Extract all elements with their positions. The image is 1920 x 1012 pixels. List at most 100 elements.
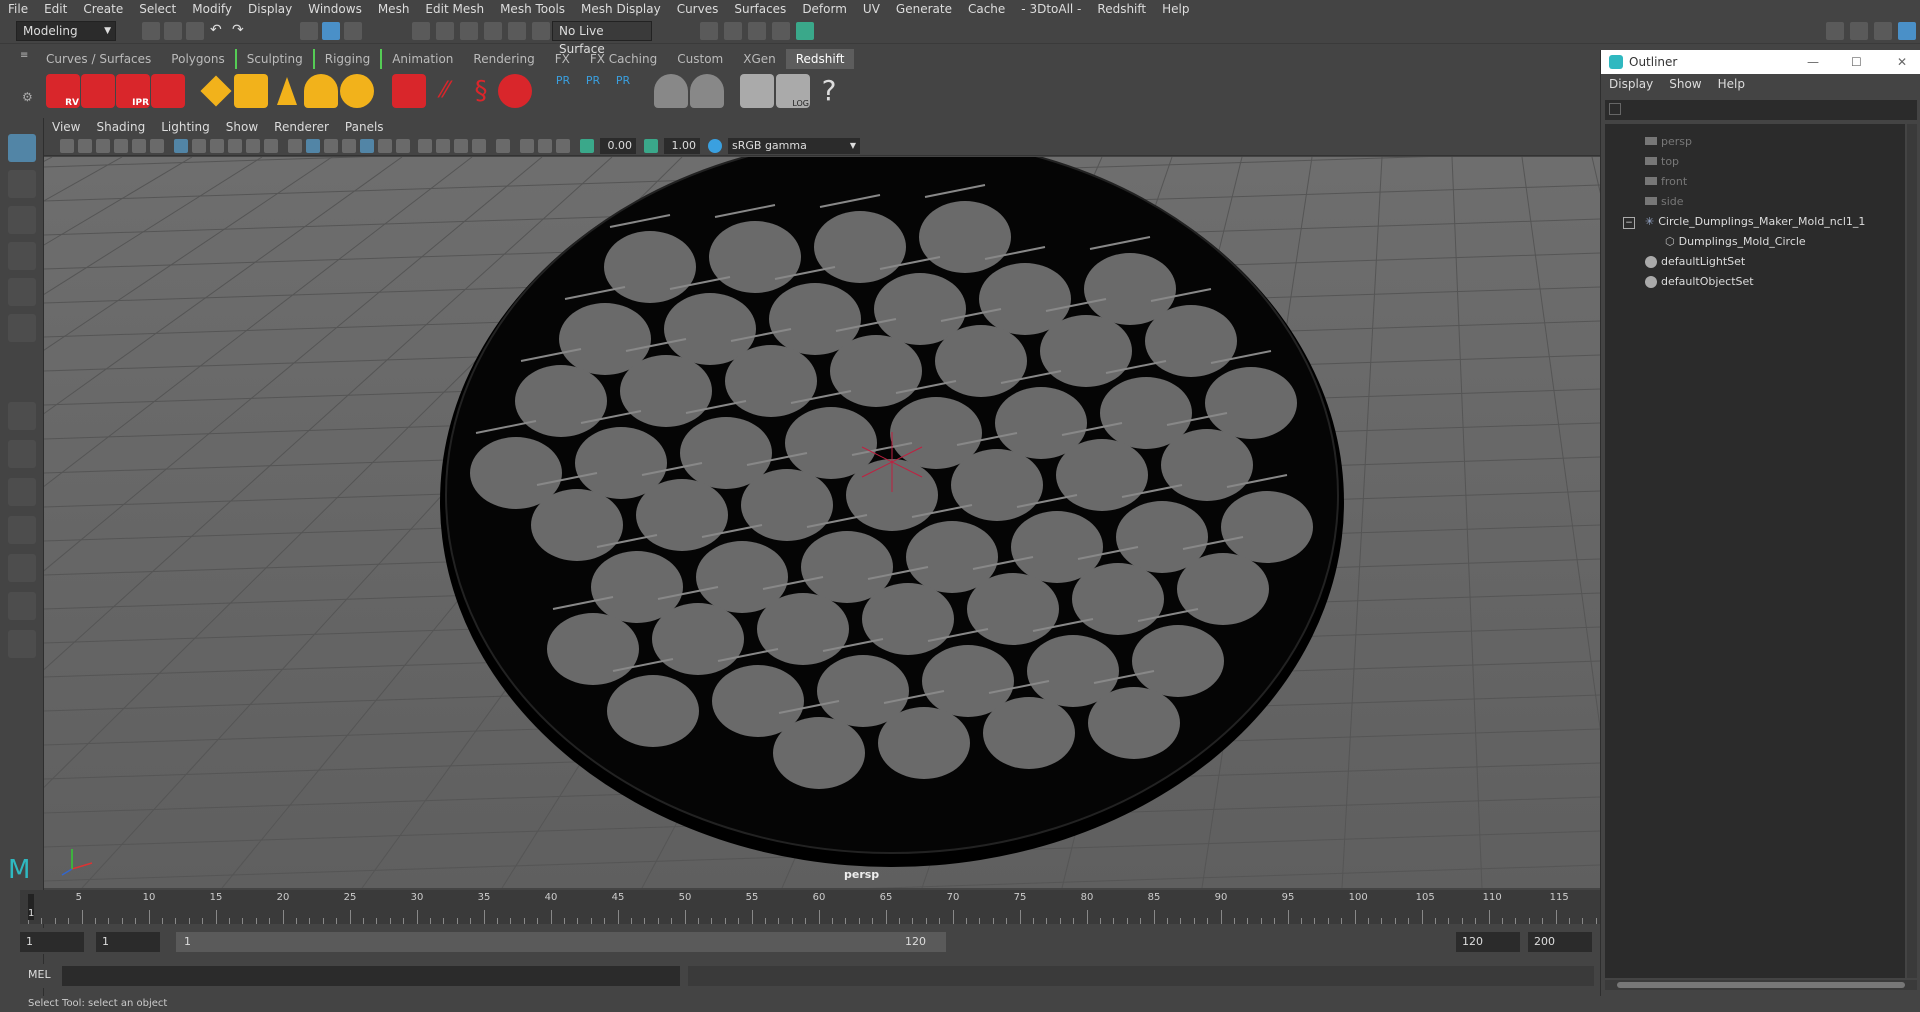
end-time-field[interactable]: 200 xyxy=(1528,932,1592,952)
render-settings-icon[interactable] xyxy=(748,22,766,40)
ssao-icon[interactable] xyxy=(418,139,432,153)
2d-pan-icon[interactable] xyxy=(132,139,146,153)
film-gate-icon[interactable] xyxy=(192,139,206,153)
redshift-render-settings-icon[interactable] xyxy=(151,74,185,108)
select-component-icon[interactable] xyxy=(344,22,362,40)
shelf-menu-icon[interactable]: ≡ xyxy=(20,50,34,66)
color-management-icon[interactable] xyxy=(708,139,722,153)
default-material-icon[interactable] xyxy=(324,139,338,153)
scale-tool-icon[interactable] xyxy=(8,314,36,342)
close-icon[interactable]: ✕ xyxy=(1897,50,1907,74)
tab-curves-surfaces[interactable]: Curves / Surfaces xyxy=(36,49,161,69)
redshift-dome-light-icon[interactable] xyxy=(304,74,338,108)
move-tool-icon[interactable] xyxy=(8,242,36,270)
layout-render-icon[interactable] xyxy=(8,592,36,620)
snap-point-icon[interactable] xyxy=(460,22,478,40)
outliner-menu-show[interactable]: Show xyxy=(1661,77,1709,91)
redshift-spot-light-icon[interactable] xyxy=(270,74,304,108)
menu-surfaces[interactable]: Surfaces xyxy=(726,2,794,16)
vpmenu-show[interactable]: Show xyxy=(218,120,266,134)
exposure-icon[interactable] xyxy=(580,139,594,153)
menu-mesh-display[interactable]: Mesh Display xyxy=(573,2,669,16)
tab-xgen[interactable]: XGen xyxy=(733,49,786,69)
resolution-gate-icon[interactable] xyxy=(210,139,224,153)
scrollbar-thumb[interactable] xyxy=(1617,982,1905,988)
menu-windows[interactable]: Windows xyxy=(300,2,370,16)
shelf-settings-icon[interactable]: ⚙ xyxy=(22,90,33,104)
collapse-icon[interactable]: − xyxy=(1623,217,1635,229)
channel-box-icon[interactable] xyxy=(1898,22,1916,40)
menu-select[interactable]: Select xyxy=(131,2,184,16)
range-slider[interactable]: 1 120 xyxy=(176,932,946,952)
antialiasing-icon[interactable] xyxy=(454,139,468,153)
new-scene-icon[interactable] xyxy=(142,22,160,40)
list-item[interactable]: defaultObjectSet xyxy=(1645,272,1754,292)
snap-grid-icon[interactable] xyxy=(412,22,430,40)
grid-toggle-icon[interactable] xyxy=(174,139,188,153)
rotate-tool-icon[interactable] xyxy=(8,278,36,306)
redshift-log-icon[interactable]: LOG xyxy=(776,74,810,108)
menu-modify[interactable]: Modify xyxy=(184,2,240,16)
menu-edit[interactable]: Edit xyxy=(36,2,75,16)
tab-rendering[interactable]: Rendering xyxy=(463,49,544,69)
vpmenu-panels[interactable]: Panels xyxy=(337,120,392,134)
snap-view-icon[interactable] xyxy=(484,22,502,40)
list-item[interactable]: persp xyxy=(1645,132,1692,152)
snap-pivot-icon[interactable] xyxy=(532,22,550,40)
gamma-icon[interactable] xyxy=(644,139,658,153)
redshift-pr3-icon[interactable]: PR xyxy=(606,74,640,108)
menu-redshift[interactable]: Redshift xyxy=(1089,2,1154,16)
tab-redshift[interactable]: Redshift xyxy=(785,49,855,69)
redshift-sun-light-icon[interactable] xyxy=(340,74,374,108)
filter-icon[interactable] xyxy=(1609,103,1621,115)
layout-extra-icon[interactable] xyxy=(8,630,36,658)
redshift-sphere-icon[interactable] xyxy=(498,74,532,108)
vpmenu-shading[interactable]: Shading xyxy=(88,120,153,134)
xray-icon[interactable] xyxy=(360,139,374,153)
use-all-lights-icon[interactable] xyxy=(378,139,392,153)
help-icon[interactable]: ? xyxy=(812,74,846,108)
mel-label[interactable]: MEL xyxy=(28,968,51,981)
snap-curve-icon[interactable] xyxy=(436,22,454,40)
bookmark-icon[interactable] xyxy=(96,139,110,153)
snap-surface-icon[interactable] xyxy=(508,22,526,40)
redshift-plane-light-icon[interactable] xyxy=(199,74,233,108)
grease-pencil-icon[interactable] xyxy=(150,139,164,153)
tab-fx-caching[interactable]: FX Caching xyxy=(580,49,667,69)
maximize-icon[interactable]: ☐ xyxy=(1851,50,1862,74)
menu-create[interactable]: Create xyxy=(75,2,131,16)
workspace-dropdown[interactable]: Modeling ▼ xyxy=(16,21,116,41)
redshift-pr1-icon[interactable]: PR xyxy=(546,74,580,108)
list-item[interactable]: side xyxy=(1645,192,1684,212)
ipr-render-icon[interactable] xyxy=(724,22,742,40)
menu-mesh[interactable]: Mesh xyxy=(370,2,418,16)
hypershade-icon[interactable] xyxy=(772,22,790,40)
outliner-vertical-scrollbar[interactable] xyxy=(1907,124,1917,978)
attribute-editor-icon[interactable] xyxy=(1850,22,1868,40)
list-item[interactable]: front xyxy=(1645,172,1687,192)
gamma-field[interactable]: 1.00 xyxy=(664,138,700,154)
redshift-render-view-icon[interactable]: RV xyxy=(46,74,80,108)
redshift-snapshot-icon[interactable] xyxy=(81,74,115,108)
outliner-search-input[interactable] xyxy=(1605,100,1917,120)
vpmenu-lighting[interactable]: Lighting xyxy=(153,120,218,134)
redshift-script-icon[interactable] xyxy=(740,74,774,108)
list-item[interactable]: − ✳ Circle_Dumplings_Maker_Mold_ncl1_1 xyxy=(1623,212,1865,232)
layout-outliner-icon[interactable] xyxy=(8,516,36,544)
tool-settings-icon[interactable] xyxy=(1874,22,1892,40)
redshift-volume-icon[interactable]: § xyxy=(464,74,498,108)
lasso-tool-icon[interactable] xyxy=(8,170,36,198)
live-surface-field[interactable]: No Live Surface xyxy=(552,21,652,56)
time-slider[interactable]: 5 10 15 20 25 30 35 40 45 50 55 60 65 70 75 80 85 90 95 100… xyxy=(20,890,1611,924)
exposure-field[interactable]: 0.00 xyxy=(600,138,636,154)
menu-display[interactable]: Display xyxy=(240,2,300,16)
wireframe-shaded-icon[interactable] xyxy=(342,139,356,153)
tab-fx[interactable]: FX xyxy=(545,49,580,69)
select-hierarchy-icon[interactable] xyxy=(300,22,318,40)
outliner-menu-help[interactable]: Help xyxy=(1710,77,1753,91)
render-frame-icon[interactable] xyxy=(700,22,718,40)
xray-joints-icon[interactable] xyxy=(520,139,534,153)
outliner-horizontal-scrollbar[interactable] xyxy=(1605,980,1917,990)
vpmenu-view[interactable]: View xyxy=(44,120,88,134)
motion-blur-icon[interactable] xyxy=(436,139,450,153)
